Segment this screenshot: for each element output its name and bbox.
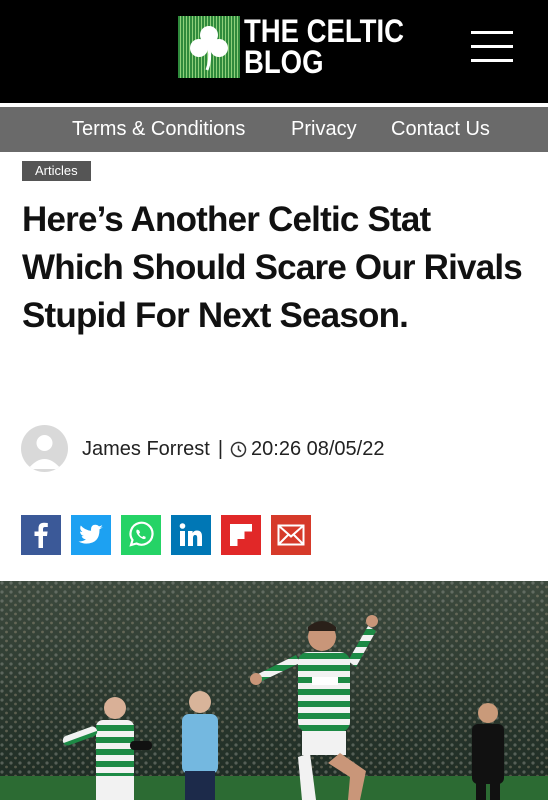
article-title: Here’s Another Celtic Stat Which Should … — [22, 200, 523, 335]
nav-terms-link[interactable]: Terms & Conditions — [72, 118, 245, 141]
top-nav: Terms & Conditions Privacy Contact Us — [0, 107, 548, 152]
nav-privacy-link[interactable]: Privacy — [291, 118, 357, 141]
publish-time: 20:26 08/05/22 — [251, 438, 385, 460]
clock-icon — [230, 441, 247, 458]
nav-contact-link[interactable]: Contact Us — [391, 118, 490, 141]
linkedin-icon[interactable] — [171, 515, 211, 555]
hamburger-menu-icon[interactable] — [471, 31, 513, 63]
category-badge[interactable]: Articles — [22, 161, 91, 181]
shamrock-icon — [178, 16, 240, 78]
author-name[interactable]: James Forrest — [82, 438, 210, 461]
logo-text: THE CELTIC BLOG — [244, 13, 405, 80]
author-avatar — [21, 425, 68, 472]
share-bar — [21, 515, 321, 555]
meta-separator: | — [217, 438, 224, 460]
twitter-icon[interactable] — [71, 515, 111, 555]
site-header: THE CELTIC BLOG — [0, 0, 548, 103]
article-meta: James Forrest | 20:26 08/05/22 — [82, 438, 384, 461]
site-logo[interactable]: THE CELTIC BLOG — [178, 13, 430, 80]
logo-line-2: BLOG — [244, 44, 324, 80]
flipboard-icon[interactable] — [221, 515, 261, 555]
whatsapp-icon[interactable] — [121, 515, 161, 555]
facebook-icon[interactable] — [21, 515, 61, 555]
email-icon[interactable] — [271, 515, 311, 555]
logo-line-1: THE CELTIC — [244, 13, 405, 49]
featured-image[interactable] — [0, 581, 548, 800]
